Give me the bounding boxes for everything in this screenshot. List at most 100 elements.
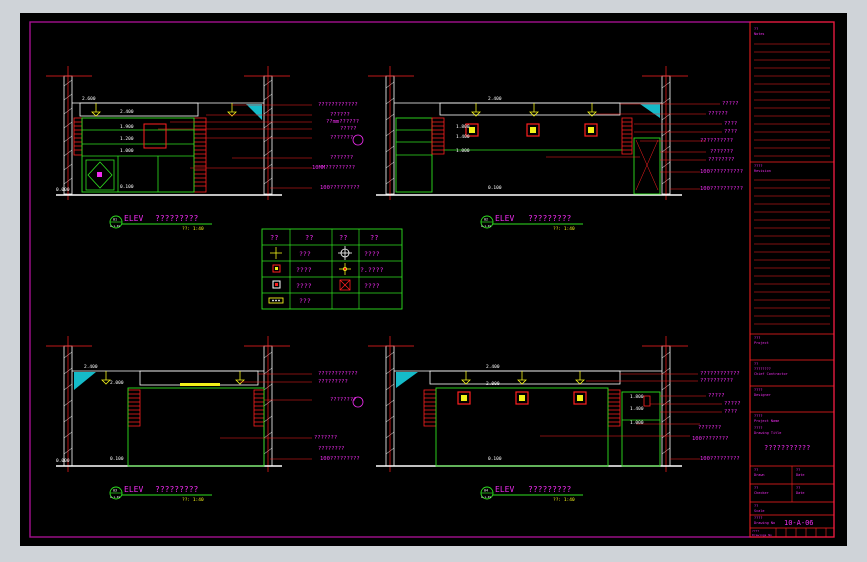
dim-3-2: 2.000 (110, 380, 124, 386)
bubble-num: 01 (113, 218, 117, 222)
note-2-3: ???? (724, 121, 737, 127)
note-3-5: ???????? (318, 446, 345, 452)
cad-drawing-canvas: ???????????? ?????? ??mm?????? ????? ???… (0, 0, 867, 562)
elev-title: ????????? (155, 214, 199, 223)
bubble-num: 02 (484, 218, 488, 222)
tb-contractor-cn: ?? (754, 362, 758, 366)
elev-label: ELEV (124, 214, 143, 223)
note-1-1: ???????????? (318, 102, 358, 108)
dim-2-4: 1.000 (456, 148, 470, 154)
note-3-3: ???????? (330, 397, 357, 403)
legend-r2-c4: ?.???? (360, 266, 384, 274)
note-1-6: ??????? (330, 155, 353, 161)
tb-revision-en: Revision (754, 169, 771, 173)
legend-header-2: ?? (305, 234, 313, 242)
tb-drawing-no: 10-A-06 (784, 519, 814, 527)
elev-title: ????????? (155, 485, 199, 494)
note-4-1: ???????????? (700, 371, 740, 377)
legend-r4-c2: ??? (299, 297, 311, 305)
dim-1-2: 2.400 (120, 109, 134, 115)
note-2-7: ???????? (708, 157, 735, 163)
tb-notes-en: Notes (754, 32, 765, 36)
note-2-6: ??????? (710, 149, 733, 155)
elev-title: ????????? (528, 485, 572, 494)
legend-r3-c2: ???? (296, 282, 312, 290)
tb-project-cn: ??? (754, 336, 760, 340)
note-4-8: 100????????? (700, 456, 740, 462)
dim-2-1: 2.400 (488, 96, 502, 102)
bubble-sub: A-1-01 (481, 495, 491, 499)
tb-projname-en: Project Name (754, 419, 779, 423)
dim-4-3: 1.800 (630, 394, 644, 400)
elev-label: ELEV (495, 485, 514, 494)
tb-designer-en: Designer (754, 393, 771, 397)
dim-1-4: 1.200 (120, 136, 134, 142)
note-1-3: ??mm?????? (326, 119, 359, 125)
dim-4-4: 1.400 (630, 406, 644, 412)
tb-date2-en: Date (796, 491, 804, 495)
dim-4-5: 1.000 (630, 420, 644, 426)
note-4-6: ??????? (698, 425, 721, 431)
tb-notes-cn: ?? (754, 27, 758, 31)
note-2-4: ???? (724, 129, 737, 135)
legend-header-4: ?? (370, 234, 378, 242)
elev-title: ????????? (528, 214, 572, 223)
tb-contractor-en: Chief Contractor (754, 372, 788, 376)
elev-scale: ??: 1:40 (182, 226, 204, 232)
note-1-7: 10MM????????? (312, 165, 355, 171)
dim-3-1: 2.400 (84, 364, 98, 370)
legend-r3-c4: ???? (364, 282, 380, 290)
tb-dwgtitle-en: Drawing Title (754, 431, 781, 435)
bubble-num: 04 (484, 489, 488, 493)
ceiling-beam-yellow (180, 383, 220, 386)
tb-scale-en: Scale (754, 509, 765, 513)
dim-1-5: 1.000 (120, 148, 134, 154)
dim-4-1: 2.400 (486, 364, 500, 370)
tb-drawn-en: Drawn (754, 473, 765, 477)
elev-scale: ??: 1:40 (553, 226, 575, 232)
dim-1-1: 2.600 (82, 96, 96, 102)
dim-1-3: 1.900 (120, 124, 134, 130)
note-2-8: 100?????????? (700, 169, 743, 175)
dim-2-2: 1.800 (456, 124, 470, 130)
elev-scale: ??: 1:40 (553, 497, 575, 503)
tb-dwgsno-en: Drawings No (752, 533, 772, 537)
tb-dwgno-label: ???? (754, 516, 762, 520)
note-1-5: ??????? (330, 135, 353, 141)
dim-4-2: 2.000 (486, 381, 500, 387)
legend-r2-c2: ???? (296, 266, 312, 274)
note-4-3: ????? (708, 393, 725, 399)
dim-2-5: 0.100 (488, 185, 502, 191)
note-1-8: 100????????? (320, 185, 360, 191)
note-3-6: 100????????? (320, 456, 360, 462)
tb-checker-cn: ?? (754, 486, 758, 490)
legend-r1-c2: ??? (299, 250, 311, 258)
elev-label: ELEV (495, 214, 514, 223)
note-1-4: ????? (340, 126, 357, 132)
note-3-4: ??????? (314, 435, 337, 441)
door-knob (97, 172, 102, 177)
bubble-num: 03 (113, 489, 117, 493)
tb-dwgno-en: Drawing No (754, 521, 775, 525)
bubble-sub: A-1-01 (481, 224, 491, 228)
tb-date-en: Date (796, 473, 804, 477)
bubble-sub: A-1-01 (110, 224, 120, 228)
tb-project-en: Project (754, 341, 769, 345)
note-2-1: ????? (722, 101, 739, 107)
note-1-2: ?????? (330, 112, 350, 118)
tb-drawing-title: ??????????? (764, 444, 810, 452)
legend-header-3: ?? (339, 234, 347, 242)
note-3-1: ???????????? (318, 371, 358, 377)
dim-4-6: 0.100 (488, 456, 502, 462)
tb-projname-cn: ???? (754, 414, 762, 418)
note-4-4: ????? (724, 401, 741, 407)
note-3-2: ????????? (318, 379, 348, 385)
tb-drawn-cn: ?? (754, 468, 758, 472)
tb-revision-cn: ???? (754, 164, 762, 168)
note-4-7: 100???????? (692, 436, 728, 442)
bubble-sub: A-1-01 (110, 495, 120, 499)
tb-scale-cn: ?? (754, 504, 758, 508)
dim-1-7: 0.000 (56, 187, 70, 193)
dim-3-4: 0.000 (56, 458, 70, 464)
dim-3-3: 0.100 (110, 456, 124, 462)
